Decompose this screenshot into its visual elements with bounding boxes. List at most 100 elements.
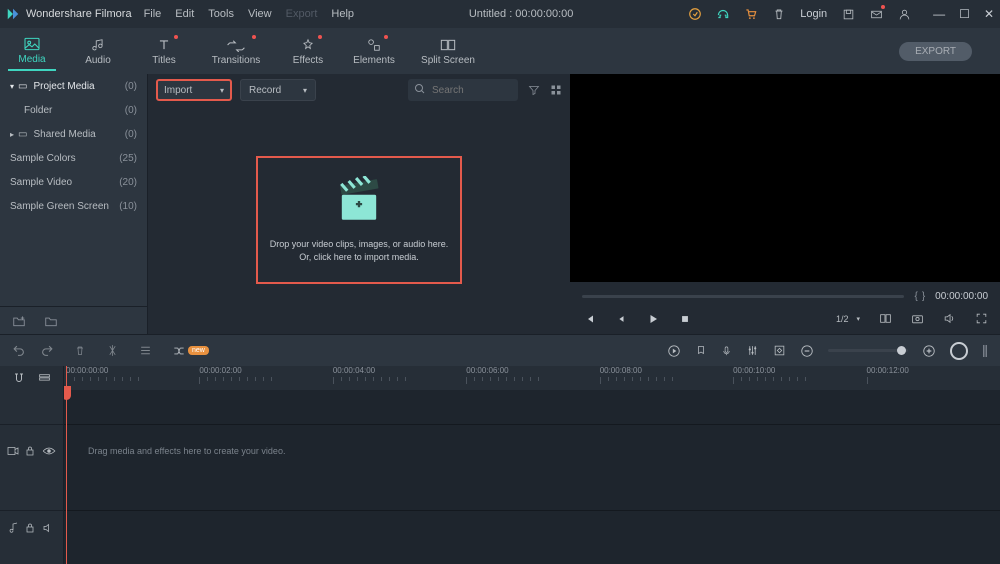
image-icon	[23, 37, 41, 51]
import-dropzone[interactable]: Drop your video clips, images, or audio …	[256, 156, 462, 284]
filter-icon[interactable]	[528, 84, 540, 96]
zoom-out-icon[interactable]	[800, 344, 814, 358]
timeline-ruler[interactable]: 00:00:00:00 00:00:02:00 00:00:04:00 00:0…	[64, 366, 1000, 390]
media-panel: Import ▾ Record ▾	[148, 74, 570, 334]
eye-icon[interactable]	[42, 446, 56, 456]
cart-icon[interactable]	[744, 7, 758, 21]
import-dropdown[interactable]: Import ▾	[156, 79, 232, 101]
voiceover-icon[interactable]	[721, 344, 732, 358]
add-folder-icon[interactable]	[12, 315, 26, 327]
prev-frame-button[interactable]	[582, 312, 596, 326]
folder-icon: ▭	[18, 81, 27, 92]
step-back-button[interactable]	[614, 312, 628, 326]
maximize-button[interactable]: ☐	[959, 7, 970, 21]
bracket-open-icon[interactable]: {	[914, 291, 917, 302]
sidebar-item-folder[interactable]: Folder (0)	[0, 98, 147, 122]
fullscreen-icon[interactable]	[974, 312, 988, 326]
tab-effects[interactable]: Effects	[284, 33, 332, 70]
menu-edit[interactable]: Edit	[175, 8, 194, 20]
lock-icon[interactable]	[25, 522, 35, 534]
split-icon[interactable]	[106, 344, 119, 357]
user-icon[interactable]	[897, 7, 911, 21]
stop-button[interactable]	[678, 312, 692, 326]
tab-transitions[interactable]: Transitions	[206, 33, 266, 70]
chevron-down-icon: ▾	[10, 82, 14, 91]
minimize-button[interactable]: —	[933, 7, 945, 21]
save-icon[interactable]	[841, 7, 855, 21]
menu-tools[interactable]: Tools	[208, 8, 234, 20]
menu-bar: File Edit Tools View Export Help	[144, 8, 354, 20]
tab-split-screen[interactable]: Split Screen	[416, 33, 480, 70]
sidebar-item-project-media[interactable]: ▾ ▭ Project Media (0)	[0, 74, 147, 98]
track-manager-icon[interactable]	[38, 373, 51, 384]
menu-view[interactable]: View	[248, 8, 272, 20]
preview-scrubber[interactable]	[582, 295, 904, 298]
main-tabs: Media Audio Titles Transitions Effects E…	[0, 28, 1000, 74]
marker-icon[interactable]	[695, 344, 707, 358]
folder-icon[interactable]	[44, 315, 58, 327]
preview-panel: {} 00:00:00:00 1/2▾	[570, 74, 1000, 334]
list-icon[interactable]	[139, 345, 152, 356]
video-track[interactable]: Drag media and effects here to create yo…	[64, 424, 1000, 476]
headset-icon[interactable]	[716, 7, 730, 21]
zoom-in-icon[interactable]	[922, 344, 936, 358]
render-icon[interactable]	[667, 344, 681, 358]
music-icon	[91, 38, 105, 52]
mute-icon[interactable]	[42, 522, 54, 534]
mixer-icon[interactable]	[746, 344, 759, 357]
volume-icon[interactable]	[942, 312, 956, 326]
lock-icon[interactable]	[25, 445, 35, 457]
mail-icon[interactable]	[869, 7, 883, 21]
timeline-zoom-slider[interactable]	[828, 349, 908, 352]
effects-icon	[301, 38, 315, 52]
sidebar-item-sample-colors[interactable]: Sample Colors (25)	[0, 146, 147, 170]
redo-icon[interactable]	[41, 344, 54, 357]
menu-help[interactable]: Help	[331, 8, 354, 20]
sidebar-item-shared-media[interactable]: ▸ ▭ Shared Media (0)	[0, 122, 147, 146]
grid-view-icon[interactable]	[550, 84, 562, 96]
sidebar-item-sample-video[interactable]: Sample Video (20)	[0, 170, 147, 194]
titlebar: Wondershare Filmora File Edit Tools View…	[0, 0, 1000, 28]
titlebar-actions: Login — ☐ ✕	[688, 7, 994, 21]
preview-zoom-select[interactable]: 1/2▾	[836, 314, 860, 324]
app-logo: Wondershare Filmora	[6, 7, 132, 21]
timeline-tracks[interactable]: 00:00:00:00 00:00:02:00 00:00:04:00 00:0…	[64, 366, 1000, 564]
trash-icon[interactable]	[772, 7, 786, 21]
ripple-toggle[interactable]: new	[172, 345, 209, 357]
badge-icon[interactable]	[688, 7, 702, 21]
video-track-icon	[7, 446, 19, 456]
tab-media[interactable]: Media	[8, 32, 56, 71]
zoom-fit-icon[interactable]	[950, 342, 968, 360]
timeline-toolbar: new	[0, 334, 1000, 366]
tab-titles[interactable]: Titles	[140, 33, 188, 70]
clapperboard-icon	[327, 176, 391, 226]
snapshot-icon[interactable]	[910, 312, 924, 326]
search-icon	[414, 83, 426, 95]
tab-elements[interactable]: Elements	[350, 33, 398, 70]
chevron-right-icon: ▸	[10, 130, 14, 139]
app-name: Wondershare Filmora	[26, 8, 132, 20]
tab-audio[interactable]: Audio	[74, 33, 122, 70]
delete-icon[interactable]	[74, 344, 86, 357]
playhead[interactable]	[66, 366, 67, 564]
menu-file[interactable]: File	[144, 8, 162, 20]
snap-icon[interactable]	[13, 372, 25, 384]
preview-viewport[interactable]	[570, 74, 1000, 282]
export-button[interactable]: EXPORT	[899, 42, 972, 61]
bracket-close-icon[interactable]: }	[922, 291, 925, 302]
window-controls: — ☐ ✕	[933, 7, 994, 21]
play-button[interactable]	[646, 312, 660, 326]
keyframe-icon[interactable]	[773, 344, 786, 357]
timeline: 00:00:00:00 00:00:02:00 00:00:04:00 00:0…	[0, 366, 1000, 564]
audio-track[interactable]	[64, 510, 1000, 544]
login-link[interactable]: Login	[800, 8, 827, 20]
close-button[interactable]: ✕	[984, 7, 994, 21]
collapse-icon[interactable]	[982, 343, 988, 359]
menu-export: Export	[286, 8, 318, 20]
undo-icon[interactable]	[12, 344, 25, 357]
record-dropdown[interactable]: Record ▾	[240, 79, 316, 101]
sidebar-item-sample-green-screen[interactable]: Sample Green Screen (10)	[0, 194, 147, 218]
filmora-logo-icon	[6, 7, 20, 21]
compare-icon[interactable]	[878, 312, 892, 326]
media-sidebar: ▾ ▭ Project Media (0) Folder (0) ▸ ▭ Sha…	[0, 74, 148, 334]
